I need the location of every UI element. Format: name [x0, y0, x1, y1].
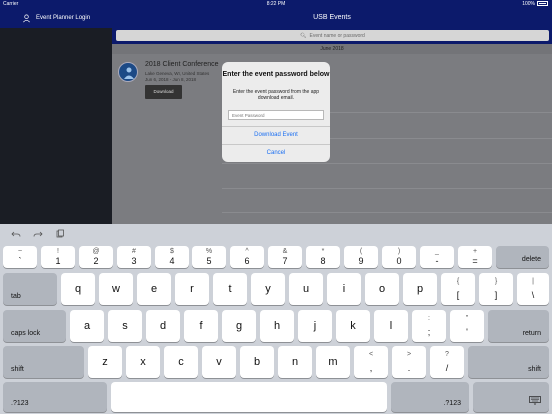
sidebar-title: Event Planner Login [36, 15, 91, 21]
key-slash[interactable]: ? / [430, 346, 464, 378]
cancel-button[interactable]: Cancel [222, 144, 330, 161]
key-m[interactable]: m [316, 346, 350, 378]
event-title: 2018 Client Conference [145, 61, 219, 68]
key-h[interactable]: h [260, 310, 294, 342]
key-t[interactable]: t [213, 273, 247, 305]
keyboard-toolbar [0, 224, 552, 244]
key-v[interactable]: v [202, 346, 236, 378]
key-8[interactable]: * 8 [306, 246, 340, 268]
hide-keyboard-key[interactable] [473, 382, 549, 412]
event-row[interactable]: 2018 Client Conference Lake Geneva, WI, … [112, 54, 552, 112]
key-q[interactable]: q [61, 273, 95, 305]
undo-icon[interactable] [11, 229, 21, 239]
person-icon [22, 14, 31, 23]
key-semicolon[interactable]: :; [412, 310, 446, 342]
battery-indicator: 100% [522, 1, 548, 7]
key-c[interactable]: c [164, 346, 198, 378]
divider [222, 188, 552, 189]
password-input[interactable] [228, 110, 324, 120]
key-z[interactable]: z [88, 346, 122, 378]
event-logo-icon [118, 62, 138, 82]
key-w[interactable]: w [99, 273, 133, 305]
tab-key[interactable]: tab [3, 273, 57, 305]
nav-title: USB Events [112, 8, 552, 28]
clock: 8:22 PM [266, 1, 286, 7]
key-comma[interactable]: <, [354, 346, 388, 378]
key-2[interactable]: @2 [79, 246, 113, 268]
key-d[interactable]: d [146, 310, 180, 342]
key-7[interactable]: & 7 [268, 246, 302, 268]
delete-key[interactable]: delete [496, 246, 549, 268]
key-9[interactable]: (9 [344, 246, 378, 268]
search-icon: 🔍︎ [300, 32, 307, 39]
key-j[interactable]: j [298, 310, 332, 342]
key-u[interactable]: u [289, 273, 323, 305]
key-bracket-right[interactable]: }] [479, 273, 513, 305]
key-a[interactable]: a [70, 310, 104, 342]
key-period[interactable]: >. [392, 346, 426, 378]
keyboard-hide-icon [529, 396, 541, 407]
search-input[interactable]: 🔍︎ Event name or password [116, 30, 549, 41]
key-l[interactable]: l [374, 310, 408, 342]
status-bar: Carrier 8:22 PM 100% [0, 0, 552, 8]
download-button[interactable]: Download [145, 85, 182, 99]
numbers-right-key[interactable]: .?123 [391, 382, 469, 412]
battery-icon [537, 1, 548, 7]
paste-icon[interactable] [55, 229, 65, 239]
redo-icon[interactable] [33, 229, 43, 239]
key-i[interactable]: i [327, 273, 361, 305]
key-f[interactable]: f [184, 310, 218, 342]
search-placeholder: Event name or password [309, 32, 365, 39]
key-e[interactable]: e [137, 273, 171, 305]
divider [222, 163, 552, 164]
key-4[interactable]: $4 [155, 246, 189, 268]
keyboard: ~ ` ! 1 @2 #3 $4 % 5 ^ 6 & 7 * 8 (9 ) 0 _ - + = d… [0, 224, 552, 414]
event-location: Lake Geneva, WI, United States [145, 71, 210, 76]
key-equals[interactable]: + = [458, 246, 492, 268]
key-s[interactable]: s [108, 310, 142, 342]
key-backslash[interactable]: | \ [517, 273, 549, 305]
dialog-message: Enter the event password from the app do… [232, 89, 320, 101]
key-0[interactable]: ) 0 [382, 246, 416, 268]
battery-percent: 100% [522, 1, 535, 7]
key-3[interactable]: #3 [117, 246, 151, 268]
key-k[interactable]: k [336, 310, 370, 342]
key-bracket-left[interactable]: {[ [441, 273, 475, 305]
sidebar: Event Planner Login [0, 8, 112, 224]
key-minus[interactable]: _ - [420, 246, 454, 268]
caps-lock-key[interactable]: caps lock [3, 310, 66, 342]
key-x[interactable]: x [126, 346, 160, 378]
event-dates: Jun 6, 2018 - Jun 8, 2018 [145, 77, 197, 82]
key-o[interactable]: o [365, 273, 399, 305]
key-g[interactable]: g [222, 310, 256, 342]
search-bar: 🔍︎ Event name or password [112, 28, 552, 44]
key-p[interactable]: p [403, 273, 437, 305]
divider [222, 212, 552, 213]
main-content: USB Events 🔍︎ Event name or password Jun… [112, 8, 552, 224]
event-planner-login[interactable]: Event Planner Login [0, 8, 112, 28]
key-backtick[interactable]: ~ ` [3, 246, 37, 268]
numbers-left-key[interactable]: .?123 [3, 382, 107, 412]
key-1[interactable]: ! 1 [41, 246, 75, 268]
space-key[interactable] [111, 382, 387, 412]
key-r[interactable]: r [175, 273, 209, 305]
password-dialog: Enter the event password below Enter the… [222, 62, 330, 162]
key-y[interactable]: y [251, 273, 285, 305]
section-header: June 2018 [112, 44, 552, 54]
dialog-title: Enter the event password below [222, 71, 330, 78]
key-quote[interactable]: " ' [450, 310, 484, 342]
shift-right-key[interactable]: shift [468, 346, 549, 378]
shift-left-key[interactable]: shift [3, 346, 84, 378]
key-5[interactable]: % 5 [192, 246, 226, 268]
key-6[interactable]: ^ 6 [230, 246, 264, 268]
return-key[interactable]: return [488, 310, 549, 342]
download-event-button[interactable]: Download Event [222, 126, 330, 143]
key-n[interactable]: n [278, 346, 312, 378]
key-b[interactable]: b [240, 346, 274, 378]
